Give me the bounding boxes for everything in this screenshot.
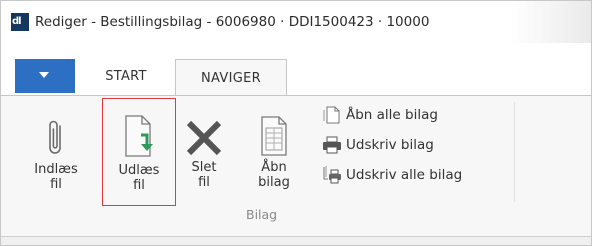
open-all-documents-icon [323,106,340,124]
open-all-attachments-button[interactable]: Åbn alle bilag [321,100,462,130]
paperclip-icon [49,120,61,154]
export-file-label: Udlæs fil [118,163,160,193]
export-file-button[interactable]: Udlæs fil [102,98,176,206]
ribbon-group-label: Bilag [246,207,278,222]
dynamics-nav-logo-icon: dl [11,13,29,31]
print-all-attachments-button[interactable]: Udskriv alle bilag [321,160,462,190]
open-attachment-button[interactable]: Åbn bilag [251,104,297,216]
logo-text: dl [12,16,22,27]
tab-start[interactable]: START [81,59,171,93]
ribbon-bottom-border [1,236,591,237]
export-file-icon [125,115,153,157]
group-separator [514,102,515,202]
tab-naviger[interactable]: NAVIGER [175,59,287,96]
delete-file-button[interactable]: Slet fil [181,104,227,216]
print-all-icon [323,166,341,184]
import-file-label: Indlæs fil [34,162,78,192]
delete-file-label: Slet fil [191,160,217,190]
title-fade [511,1,591,43]
open-all-attachments-label: Åbn alle bilag [346,107,438,123]
application-menu-button[interactable] [15,59,75,93]
delete-x-icon [186,120,222,156]
window: dl Rediger - Bestillingsbilag - 6006980 … [0,0,592,246]
print-all-attachments-label: Udskriv alle bilag [346,167,463,183]
open-attachment-label: Åbn bilag [258,160,290,190]
ribbon-panel: Indlæs fil Udlæs fil Slet fil Åbn bilag … [1,96,591,236]
title-bar: dl Rediger - Bestillingsbilag - 6006980 … [1,1,591,43]
printer-icon [323,136,341,154]
print-attachment-label: Udskriv bilag [346,137,434,153]
open-document-icon [261,116,287,156]
dropdown-arrow-icon [39,72,49,78]
window-title: Rediger - Bestillingsbilag - 6006980 · D… [35,14,430,30]
import-file-button[interactable]: Indlæs fil [33,104,79,216]
print-attachment-button[interactable]: Udskriv bilag [321,130,462,160]
small-button-list: Åbn alle bilag Udskriv bilag Udskriv all… [321,100,462,190]
ribbon-tab-bar: START NAVIGER [1,43,591,96]
